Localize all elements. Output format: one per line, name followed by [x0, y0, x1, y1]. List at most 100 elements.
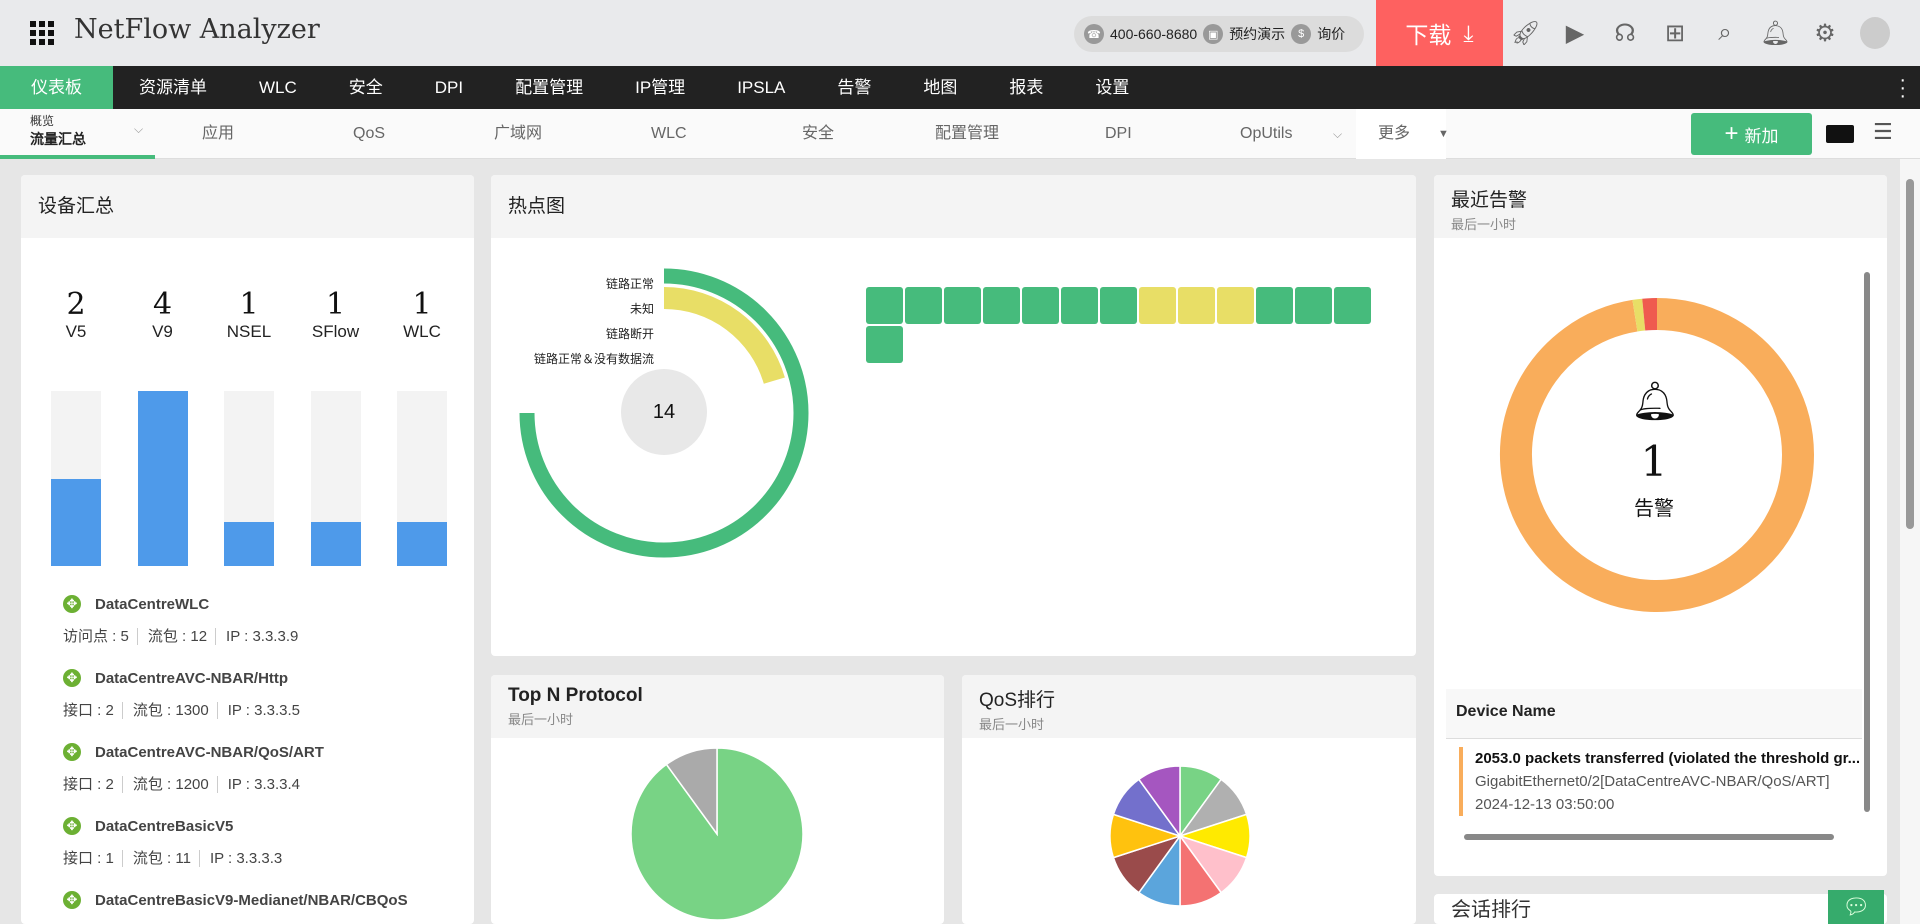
card-subtitle: 最后一小时: [1451, 217, 1517, 232]
heatmap-cell[interactable]: [1256, 287, 1293, 324]
gift-icon[interactable]: ⊞: [1660, 19, 1690, 48]
tab-wlc[interactable]: WLC: [651, 109, 687, 159]
device-item[interactable]: ✥ DataCentreWLC 访问点 : 5 流包 : 12 IP : 3.3.3.9: [63, 595, 299, 646]
alert-count-label: 告警: [1634, 498, 1674, 520]
nav-settings[interactable]: 设置: [1069, 66, 1155, 109]
heatmap-cell[interactable]: [1061, 287, 1098, 324]
count-label: NSEL: [226, 322, 272, 341]
download-icon: ⤓: [1463, 19, 1474, 46]
device-meta: 流包 : 1300: [121, 702, 209, 719]
heatmap-cell[interactable]: [1022, 287, 1059, 324]
apps-grid-icon[interactable]: [30, 21, 54, 45]
heatmap-cell[interactable]: [983, 287, 1020, 324]
heatmap-cell[interactable]: [1139, 287, 1176, 324]
count-label: V5: [65, 322, 87, 341]
search-icon[interactable]: ⌕: [1710, 19, 1740, 47]
demo-icon: ▣: [1203, 24, 1224, 44]
heatmap-cell[interactable]: [866, 326, 903, 363]
nav-inventory[interactable]: 资源清单: [113, 66, 233, 109]
bell-icon[interactable]: 🔔︎: [1760, 19, 1790, 48]
plus-icon: +: [1724, 120, 1739, 147]
heatmap-cell[interactable]: [1178, 287, 1215, 324]
demo-link[interactable]: 预约演示: [1229, 24, 1285, 44]
more-vertical-icon[interactable]: · · ·: [1899, 70, 1906, 106]
download-button[interactable]: 下载 ⤓: [1376, 0, 1503, 66]
price-link[interactable]: 询价: [1317, 24, 1345, 44]
tab-group-label: 概览: [30, 114, 55, 128]
bell-icon: 🔔︎: [1631, 381, 1680, 423]
device-meta: IP : 3.3.3.9: [215, 628, 299, 645]
card-title: QoS排行: [979, 690, 1056, 711]
nav-security[interactable]: 安全: [323, 66, 409, 109]
alert-source: GigabitEthernet0/2[DataCentreAVC-NBAR/Qo…: [1475, 773, 1830, 790]
count-bar-track: [397, 391, 447, 566]
tab-dpi[interactable]: DPI: [1105, 109, 1132, 159]
alert-item[interactable]: 2053.0 packets transferred (violated the…: [1459, 747, 1859, 816]
chat-icon[interactable]: 💬︎: [1828, 890, 1884, 924]
heatmap-cell[interactable]: [1217, 287, 1254, 324]
device-name[interactable]: DataCentreAVC-NBAR/Http: [95, 670, 288, 687]
qos-card: QoS排行 最后一小时: [962, 675, 1416, 924]
heatmap-cell[interactable]: [1334, 287, 1371, 324]
chevron-down-icon[interactable]: ⌵: [134, 109, 143, 149]
card-title: 设备汇总: [21, 175, 474, 238]
tab-wan[interactable]: 广域网: [494, 109, 542, 159]
nav-ipsla[interactable]: IPSLA: [711, 66, 811, 109]
heatmap-cell[interactable]: [866, 287, 903, 324]
nav-maps[interactable]: 地图: [897, 66, 983, 109]
device-item[interactable]: ✥ DataCentreBasicV9-Medianet/NBAR/CBQoS: [63, 891, 408, 921]
heatmap-cell[interactable]: [944, 287, 981, 324]
page-scrollbar[interactable]: [1900, 159, 1920, 924]
device-name[interactable]: DataCentreBasicV5: [95, 818, 233, 835]
device-name[interactable]: DataCentreWLC: [95, 596, 209, 613]
tab-oputils[interactable]: OpUtils: [1240, 109, 1292, 159]
nav-wlc[interactable]: WLC: [233, 66, 323, 109]
count-value: 1: [239, 287, 259, 322]
heatmap-cell[interactable]: [1295, 287, 1332, 324]
nav-dpi[interactable]: DPI: [409, 66, 489, 109]
fullscreen-icon[interactable]: [1826, 125, 1854, 143]
alert-slice[interactable]: [1642, 298, 1658, 331]
add-widget-button[interactable]: + 新加: [1691, 113, 1812, 155]
tab-security[interactable]: 安全: [802, 109, 834, 159]
count-bar-track: [137, 391, 188, 566]
heatmap-cell[interactable]: [905, 287, 942, 324]
nav-ip[interactable]: IP管理: [609, 66, 711, 109]
alert-count: 1: [1640, 437, 1668, 486]
headset-icon[interactable]: ☊: [1610, 19, 1640, 48]
horizontal-scrollbar[interactable]: [1464, 834, 1834, 840]
count-bar: [310, 522, 361, 566]
tab-label: 流量汇总: [30, 131, 86, 147]
avatar[interactable]: [1860, 17, 1890, 49]
device-count: 4 V9: [133, 287, 193, 342]
more-menu[interactable]: 更多 ▼: [1356, 109, 1449, 159]
tab-qos[interactable]: QoS: [353, 109, 385, 159]
device-meta: 访问点 : 5: [63, 628, 129, 645]
device-count: 2 V5: [46, 287, 106, 342]
phone-number[interactable]: 400-660-8680: [1110, 26, 1197, 42]
device-item[interactable]: ✥ DataCentreAVC-NBAR/Http 接口 : 2 流包 : 1300 I…: [63, 669, 301, 720]
tab-config[interactable]: 配置管理: [935, 109, 999, 159]
device-name[interactable]: DataCentreBasicV9-Medianet/NBAR/CBQoS: [95, 892, 408, 909]
nav-config[interactable]: 配置管理: [489, 66, 609, 109]
chevron-down-icon[interactable]: ⌵: [1333, 109, 1342, 159]
count-label: V9: [152, 322, 173, 341]
nav-alarms[interactable]: 告警: [811, 66, 897, 109]
presentation-icon[interactable]: ▶: [1560, 19, 1590, 48]
vertical-scrollbar[interactable]: [1864, 272, 1870, 812]
heatmap-cell[interactable]: [1100, 287, 1137, 324]
nav-dashboard[interactable]: 仪表板: [0, 66, 113, 109]
download-label: 下载: [1405, 22, 1452, 48]
device-meta: IP : 3.3.3.5: [216, 702, 301, 719]
alert-slice[interactable]: [1632, 298, 1646, 332]
device-item[interactable]: ✥ DataCentreAVC-NBAR/QoS/ART 接口 : 2 流包 : 12…: [63, 743, 324, 794]
tab-apps[interactable]: 应用: [202, 109, 234, 159]
nav-reports[interactable]: 报表: [983, 66, 1069, 109]
tab-traffic-summary[interactable]: 概览 流量汇总 ⌵: [0, 109, 155, 159]
rocket-icon[interactable]: 🚀︎: [1510, 19, 1540, 48]
device-item[interactable]: ✥ DataCentreBasicV5 接口 : 1 流包 : 11 IP : 3.3.…: [63, 817, 283, 868]
sliders-icon[interactable]: ☰: [1873, 119, 1893, 145]
device-name[interactable]: DataCentreAVC-NBAR/QoS/ART: [95, 744, 324, 761]
gear-icon[interactable]: ⚙: [1810, 19, 1840, 48]
column-header-device-name[interactable]: Device Name: [1446, 689, 1862, 739]
